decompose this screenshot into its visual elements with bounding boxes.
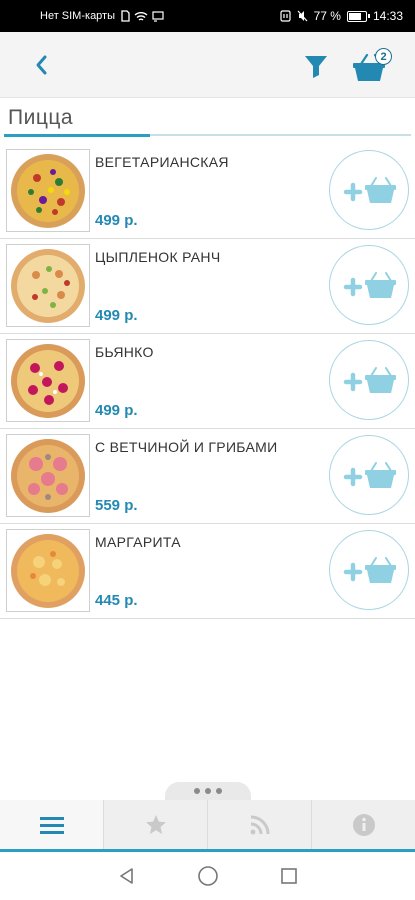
product-image xyxy=(6,149,90,232)
add-to-cart-button[interactable] xyxy=(329,245,409,325)
menu-icon xyxy=(39,816,64,834)
product-name: ВЕГЕТАРИАНСКАЯ xyxy=(95,154,229,170)
add-to-basket-icon xyxy=(343,367,396,393)
product-price: 499 р. xyxy=(95,307,138,324)
product-item[interactable]: МАРГАРИТА 445 р. xyxy=(0,524,415,619)
add-to-basket-icon xyxy=(343,557,396,583)
category-underline-active xyxy=(4,133,150,137)
funnel-icon xyxy=(305,56,327,78)
battery-icon xyxy=(346,10,370,22)
nav-recents-icon[interactable] xyxy=(279,866,299,886)
product-price: 559 р. xyxy=(95,497,138,514)
more-dot xyxy=(205,788,211,794)
add-to-cart-button[interactable] xyxy=(329,530,409,610)
category-underline xyxy=(4,133,411,137)
product-name: ЦЫПЛЕНОК РАНЧ xyxy=(95,249,221,265)
wifi-icon xyxy=(134,11,148,21)
product-item[interactable]: БЬЯНКО 499 р. xyxy=(0,334,415,429)
tab-news[interactable] xyxy=(208,800,312,849)
add-to-basket-icon xyxy=(343,462,396,488)
app-header: 2 xyxy=(0,32,415,98)
battery-percent: 77 % xyxy=(313,9,341,23)
rss-icon xyxy=(250,815,269,834)
product-item[interactable]: ВЕГЕТАРИАНСКАЯ 499 р. xyxy=(0,144,415,239)
status-right: 77 % 14:33 xyxy=(280,9,403,23)
bottom-tab-bar xyxy=(0,800,415,852)
mute-icon xyxy=(297,10,308,22)
status-bar: Нет SIM-карты 77 % 14:33 xyxy=(0,0,415,32)
product-item[interactable]: ЦЫПЛЕНОК РАНЧ 499 р. xyxy=(0,239,415,334)
info-icon xyxy=(352,813,375,836)
product-list: ВЕГЕТАРИАНСКАЯ 499 р. ЦЫПЛЕНОК РАНЧ 499 … xyxy=(0,144,415,619)
product-name: С ВЕТЧИНОЙ И ГРИБАМИ xyxy=(95,439,278,455)
back-button[interactable] xyxy=(30,50,54,80)
product-item[interactable]: С ВЕТЧИНОЙ И ГРИБАМИ 559 р. xyxy=(0,429,415,524)
pizza-bianco-image xyxy=(11,343,85,418)
carrier-label: Нет SIM-карты xyxy=(40,10,116,22)
tab-favorites[interactable] xyxy=(104,800,208,849)
more-dot xyxy=(194,788,200,794)
nfc-icon xyxy=(280,10,291,22)
tab-menu[interactable] xyxy=(0,800,104,849)
more-dot xyxy=(216,788,222,794)
pizza-ham-mushroom-image xyxy=(11,438,85,513)
product-image xyxy=(6,434,90,517)
clock: 14:33 xyxy=(372,9,403,23)
add-to-cart-button[interactable] xyxy=(329,150,409,230)
add-to-cart-button[interactable] xyxy=(329,435,409,515)
add-to-basket-icon xyxy=(343,272,396,298)
product-name: БЬЯНКО xyxy=(95,344,154,360)
category-header: Пицца xyxy=(0,98,415,140)
pizza-vegetarian-image xyxy=(11,153,85,228)
tab-info[interactable] xyxy=(312,800,415,849)
battery-fill xyxy=(348,12,361,20)
category-title: Пицца xyxy=(8,106,74,129)
product-price: 445 р. xyxy=(95,592,138,609)
system-nav-bar xyxy=(0,852,415,900)
product-image xyxy=(6,529,90,612)
star-icon xyxy=(145,814,166,834)
nav-home-icon[interactable] xyxy=(197,865,219,887)
cart-count-badge: 2 xyxy=(375,48,392,65)
nav-back-icon[interactable] xyxy=(117,866,137,886)
filter-button[interactable] xyxy=(302,52,330,80)
chevron-left-icon xyxy=(36,55,47,75)
product-name: МАРГАРИТА xyxy=(95,534,181,550)
pizza-margherita-image xyxy=(11,533,85,608)
product-price: 499 р. xyxy=(95,402,138,419)
product-image xyxy=(6,339,90,422)
status-icons xyxy=(121,10,164,22)
add-to-cart-button[interactable] xyxy=(329,340,409,420)
more-tabs-handle[interactable] xyxy=(165,782,251,800)
add-to-basket-icon xyxy=(343,177,396,203)
cart-button[interactable]: 2 xyxy=(352,48,392,82)
product-image xyxy=(6,244,90,327)
cast-icon xyxy=(152,10,164,22)
sim-icon xyxy=(121,10,130,22)
pizza-ranch-image xyxy=(11,248,85,323)
product-price: 499 р. xyxy=(95,212,138,229)
